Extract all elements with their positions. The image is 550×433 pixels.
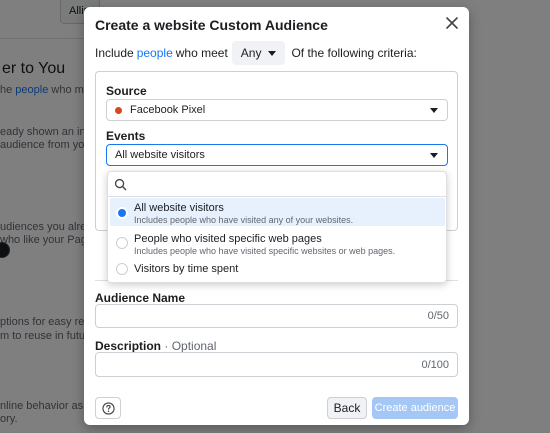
chevron-down-icon xyxy=(268,50,277,56)
option-title: All website visitors xyxy=(134,202,224,214)
chevron-down-icon xyxy=(430,153,438,158)
match-any-value: Any xyxy=(240,46,262,60)
audience-name-input[interactable]: 0/50 xyxy=(95,304,458,328)
chevron-down-icon xyxy=(430,108,438,113)
description-input[interactable]: 0/100 xyxy=(95,352,458,377)
audience-name-counter: 0/50 xyxy=(427,310,449,322)
include-prefix: Include xyxy=(95,46,134,60)
description-counter: 0/100 xyxy=(421,359,449,371)
description-label: Description · Optional xyxy=(95,339,216,353)
source-label: Source xyxy=(106,84,147,98)
dialog-title: Create a website Custom Audience xyxy=(95,17,328,33)
option-subtitle: Includes people who have visited specifi… xyxy=(134,246,396,256)
option-title: People who visited specific web pages xyxy=(134,233,322,245)
search-icon xyxy=(114,178,127,191)
option-title: Visitors by time spent xyxy=(134,263,239,275)
match-any-dropdown[interactable]: Any xyxy=(231,41,286,65)
include-suffix: Of the following criteria: xyxy=(291,46,417,60)
option-subtitle: Includes people who have visited any of … xyxy=(134,215,354,225)
people-link[interactable]: people xyxy=(137,46,173,60)
optional-tag: · Optional xyxy=(164,339,217,353)
dropdown-option-all-visitors[interactable]: All website visitors Includes people who… xyxy=(110,198,445,226)
help-button[interactable] xyxy=(95,397,121,419)
radio-selected-icon xyxy=(116,207,128,219)
radio-icon xyxy=(116,263,128,275)
description-label-text: Description xyxy=(95,339,162,353)
events-label: Events xyxy=(106,129,146,143)
dropdown-option-specific-pages[interactable]: People who visited specific web pages In… xyxy=(110,229,445,257)
events-select[interactable]: All website visitors xyxy=(106,144,448,166)
events-dropdown-menu: All website visitors Includes people who… xyxy=(107,171,447,283)
audience-name-label: Audience Name xyxy=(95,291,186,305)
events-value: All website visitors xyxy=(115,149,205,161)
create-audience-button[interactable]: Create audience xyxy=(372,397,458,419)
radio-icon xyxy=(116,237,128,249)
back-button[interactable]: Back xyxy=(327,397,367,419)
pixel-status-icon xyxy=(115,106,122,114)
close-icon[interactable] xyxy=(445,16,459,30)
source-select[interactable]: Facebook Pixel xyxy=(106,99,448,121)
help-icon xyxy=(101,401,115,415)
dropdown-option-time-spent[interactable]: Visitors by time spent xyxy=(110,260,445,280)
dropdown-search[interactable] xyxy=(108,172,446,197)
include-criteria-row: Include people who meet Any Of the follo… xyxy=(95,41,417,65)
source-value: Facebook Pixel xyxy=(130,104,206,116)
include-middle: who meet xyxy=(175,46,228,60)
